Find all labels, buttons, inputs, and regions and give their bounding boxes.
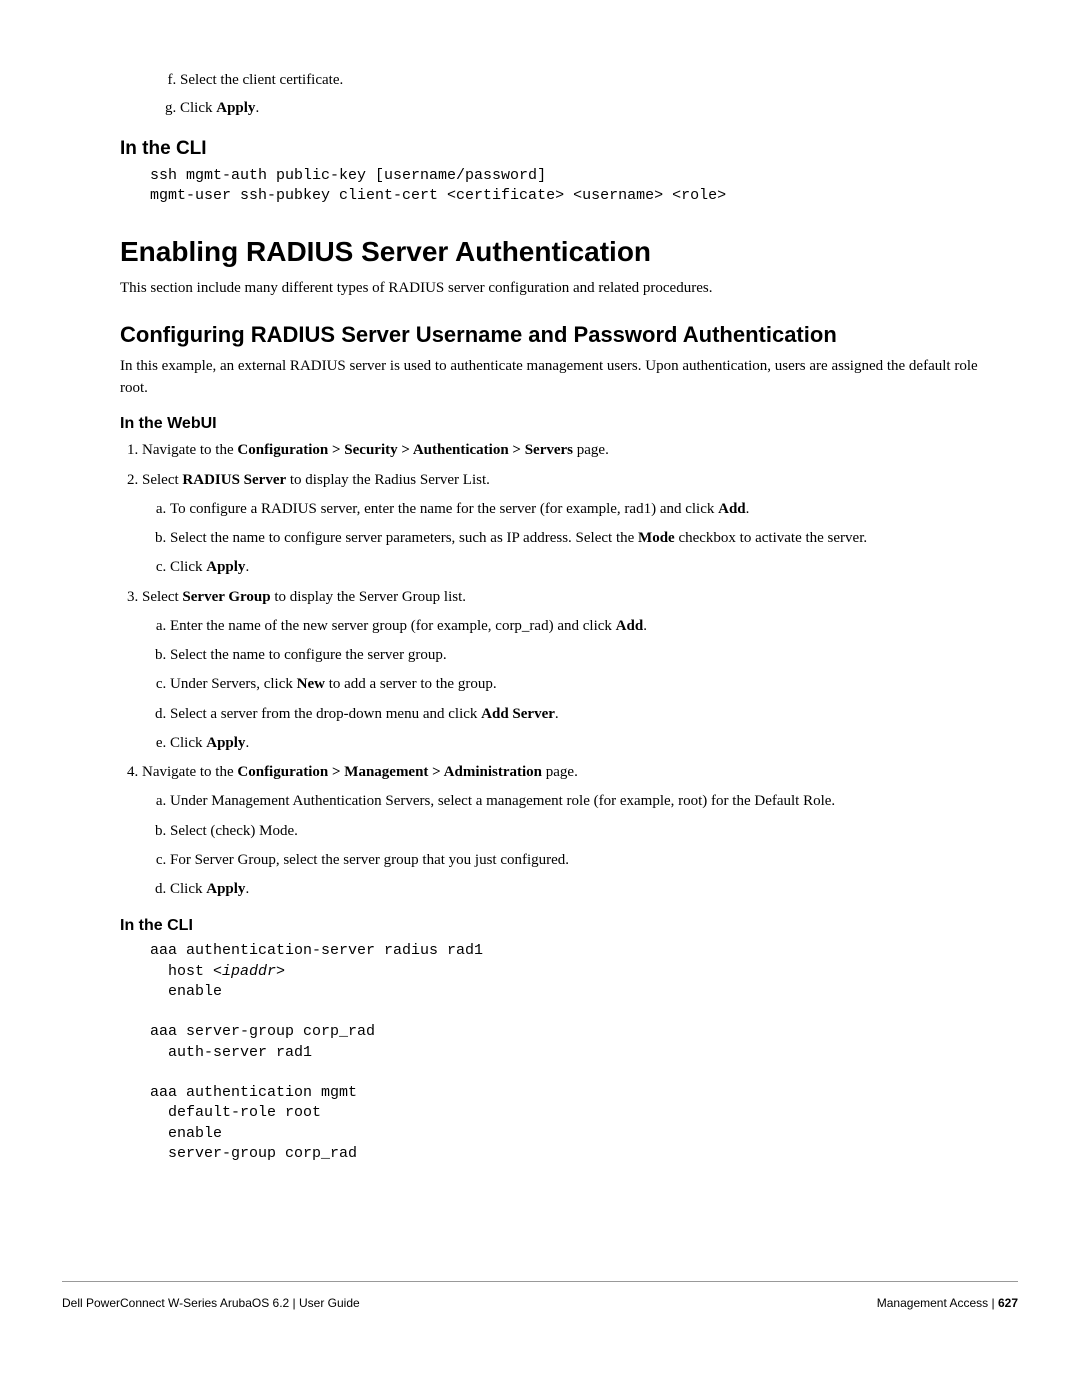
code-italic: ipaddr: [222, 963, 276, 980]
text: To configure a RADIUS server, enter the …: [170, 501, 718, 517]
sublist: To configure a RADIUS server, enter the …: [142, 498, 1000, 580]
text: Select the client certificate.: [180, 72, 343, 88]
text: Click: [170, 881, 206, 897]
sublist: Enter the name of the new server group (…: [142, 615, 1000, 755]
code-line: enable: [150, 983, 222, 1000]
top-sublist: Select the client certificate. Click App…: [120, 70, 1000, 120]
text: page.: [542, 764, 578, 780]
document-page: Select the client certificate. Click App…: [0, 0, 1080, 1340]
list-item: Click Apply.: [180, 98, 1000, 120]
text: Click: [180, 100, 216, 116]
code-line: aaa server-group corp_rad: [150, 1023, 375, 1040]
text: Navigate to the: [142, 442, 237, 458]
list-item: Click Apply.: [170, 732, 1000, 755]
list-item: For Server Group, select the server grou…: [170, 849, 1000, 872]
sublist: Under Management Authentication Servers,…: [142, 790, 1000, 901]
text: Navigate to the: [142, 764, 237, 780]
text: For Server Group, select the server grou…: [170, 852, 569, 868]
list-item: Under Servers, click New to add a server…: [170, 673, 1000, 696]
bold-text: Apply: [206, 559, 245, 575]
code-block-2: aaa authentication-server radius rad1 ho…: [150, 941, 1000, 1164]
code-line: aaa authentication mgmt: [150, 1084, 357, 1101]
text: Select a server from the drop-down menu …: [170, 706, 481, 722]
list-item: Click Apply.: [170, 556, 1000, 579]
page-footer: Dell PowerConnect W-Series ArubaOS 6.2 |…: [62, 1281, 1018, 1310]
text: Select: [142, 472, 182, 488]
code-line: enable: [150, 1125, 222, 1142]
list-item: Select the name to configure the server …: [170, 644, 1000, 667]
bold-text: Add: [616, 618, 644, 634]
text: to display the Radius Server List.: [286, 472, 490, 488]
list-item: Select RADIUS Server to display the Radi…: [142, 469, 1000, 580]
paragraph: In this example, an external RADIUS serv…: [120, 356, 1000, 400]
bold-text: Apply: [206, 881, 245, 897]
text: Select the name to configure the server …: [170, 647, 447, 663]
bold-text: Apply: [206, 735, 245, 751]
list-item: Select a server from the drop-down menu …: [170, 703, 1000, 726]
list-item: Select the client certificate.: [180, 70, 1000, 92]
list-item: Select the name to configure server para…: [170, 527, 1000, 550]
text: Select the name to configure server para…: [170, 530, 638, 546]
text: .: [245, 735, 249, 751]
list-item: Enter the name of the new server group (…: [170, 615, 1000, 638]
text: .: [746, 501, 750, 517]
text: page.: [573, 442, 609, 458]
text: .: [255, 100, 259, 116]
list-item: To configure a RADIUS server, enter the …: [170, 498, 1000, 521]
text: .: [555, 706, 559, 722]
text: .: [643, 618, 647, 634]
code-block-1: ssh mgmt-auth public-key [username/passw…: [150, 166, 1000, 207]
heading-sub: Configuring RADIUS Server Username and P…: [120, 322, 1000, 348]
footer-left: Dell PowerConnect W-Series ArubaOS 6.2 |…: [62, 1296, 360, 1310]
text: Under Management Authentication Servers,…: [170, 793, 835, 809]
bold-text: RADIUS Server: [182, 472, 286, 488]
heading-webui: In the WebUI: [120, 415, 1000, 433]
text: to display the Server Group list.: [271, 589, 466, 605]
code-line: aaa authentication-server radius rad1: [150, 942, 483, 959]
bold-text: Mode: [638, 530, 675, 546]
bold-text: Server Group: [182, 589, 270, 605]
webui-steps: Navigate to the Configuration > Security…: [120, 439, 1000, 901]
heading-cli-1: In the CLI: [120, 138, 1000, 160]
text: Click: [170, 559, 206, 575]
bold-text: Add: [718, 501, 746, 517]
code-line: host <: [150, 963, 222, 980]
text: .: [245, 559, 249, 575]
text: to add a server to the group.: [325, 676, 497, 692]
text: .: [245, 881, 249, 897]
bold-text: Configuration > Management > Administrat…: [237, 764, 542, 780]
text: checkbox to activate the server.: [675, 530, 867, 546]
bold-text: Add Server: [481, 706, 555, 722]
bold-text: New: [297, 676, 325, 692]
list-item: Select Server Group to display the Serve…: [142, 586, 1000, 756]
list-item: Under Management Authentication Servers,…: [170, 790, 1000, 813]
footer-page-number: 627: [998, 1296, 1018, 1310]
text: Select: [142, 589, 182, 605]
heading-main: Enabling RADIUS Server Authentication: [120, 236, 1000, 268]
code-line: default-role root: [150, 1104, 321, 1121]
text: Click: [170, 735, 206, 751]
text: Select (check) Mode.: [170, 823, 298, 839]
code-line: server-group corp_rad: [150, 1145, 357, 1162]
list-item: Navigate to the Configuration > Manageme…: [142, 761, 1000, 901]
footer-section: Management Access: [877, 1296, 988, 1310]
list-item: Select (check) Mode.: [170, 820, 1000, 843]
footer-sep: |: [988, 1296, 998, 1310]
list-item: Navigate to the Configuration > Security…: [142, 439, 1000, 462]
bold-text: Configuration > Security > Authenticatio…: [237, 442, 573, 458]
code-line: auth-server rad1: [150, 1044, 312, 1061]
footer-right: Management Access | 627: [877, 1296, 1018, 1310]
list-item: Click Apply.: [170, 878, 1000, 901]
code-line: >: [276, 963, 285, 980]
heading-cli-2: In the CLI: [120, 917, 1000, 935]
text: Enter the name of the new server group (…: [170, 618, 616, 634]
bold-text: Apply: [216, 100, 255, 116]
text: Under Servers, click: [170, 676, 297, 692]
paragraph: This section include many different type…: [120, 278, 1000, 300]
